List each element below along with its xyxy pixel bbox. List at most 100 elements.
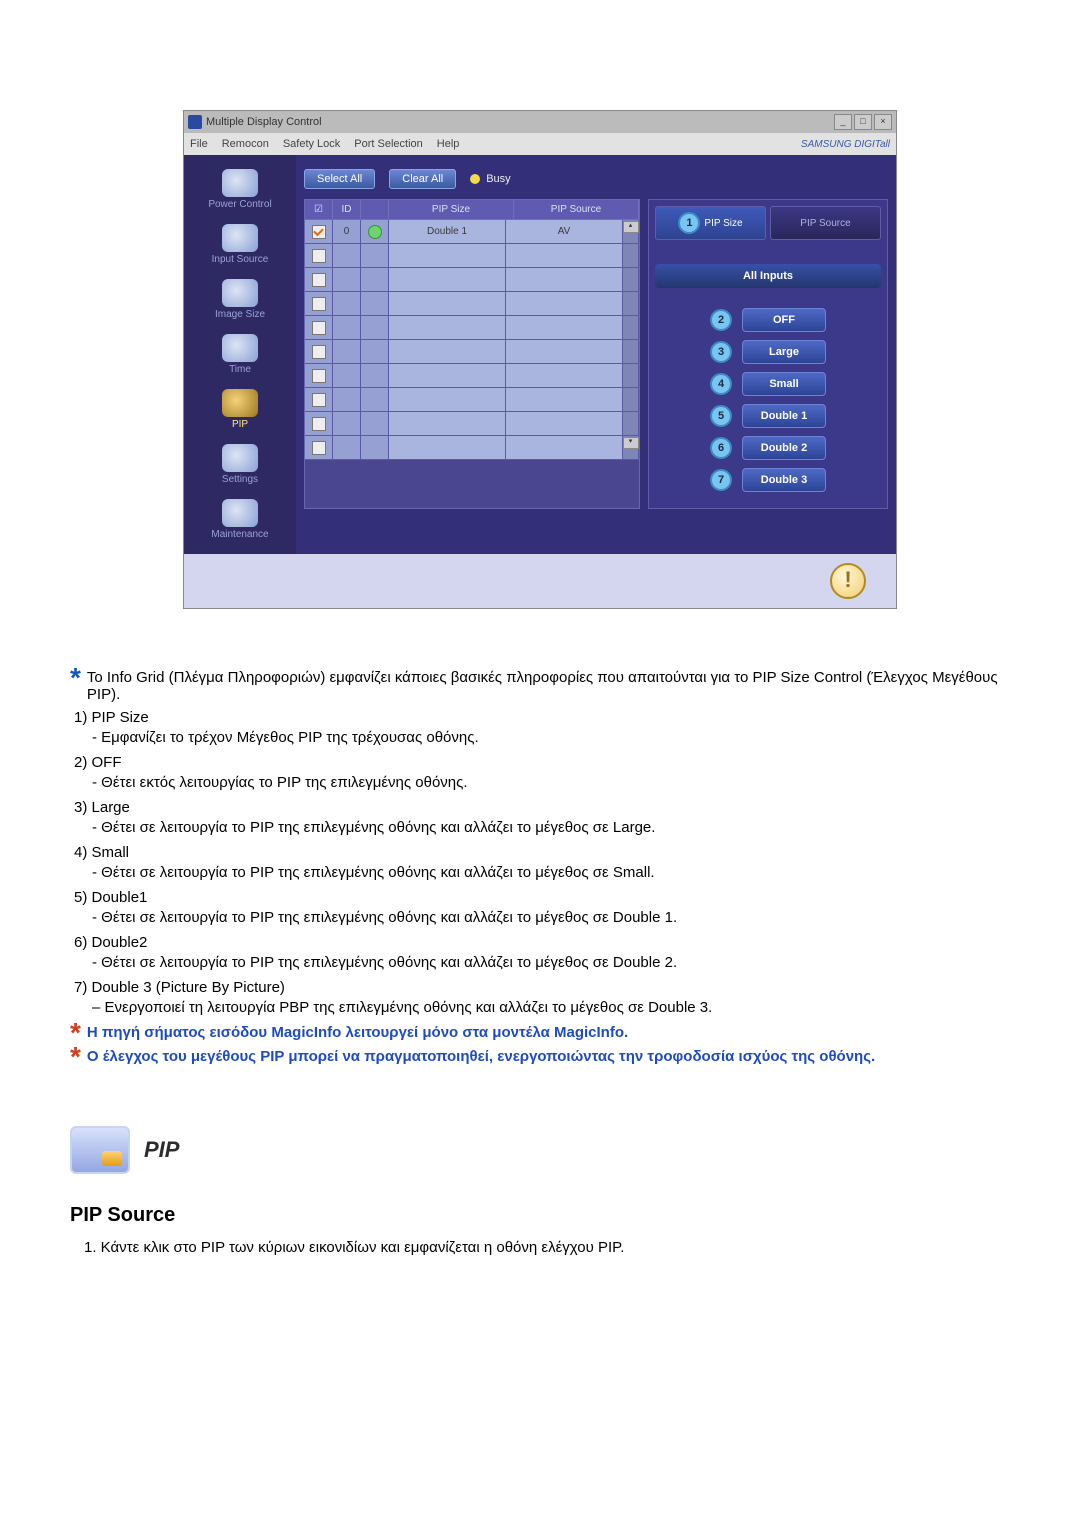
double1-button[interactable]: Double 1: [742, 404, 826, 428]
title-bar: Multiple Display Control _ □ ×: [184, 111, 896, 133]
sidebar-item-maintenance[interactable]: Maintenance: [186, 495, 294, 544]
table-row[interactable]: ▾: [305, 436, 639, 460]
menu-file[interactable]: File: [190, 138, 208, 150]
section-heading-pip: PIP: [70, 1126, 1010, 1174]
row-id: 0: [333, 220, 361, 244]
option-large[interactable]: 3 Large: [710, 340, 826, 364]
table-row[interactable]: [305, 388, 639, 412]
brand-label: SAMSUNG DIGITall: [801, 139, 890, 150]
warning-icon: !: [830, 563, 866, 599]
badge-5: 5: [710, 405, 732, 427]
footer-bar: !: [184, 554, 896, 608]
option-double3[interactable]: 7 Double 3: [710, 468, 826, 492]
col-check[interactable]: ☑: [305, 200, 333, 220]
double3-button[interactable]: Double 3: [742, 468, 826, 492]
item-3-desc: - Θέτει σε λειτουργία το PIP της επιλεγμ…: [70, 819, 1010, 836]
sidebar-item-settings[interactable]: Settings: [186, 440, 294, 489]
tab-label: PIP Source: [800, 218, 850, 229]
busy-dot-icon: [470, 174, 480, 184]
table-row[interactable]: [305, 316, 639, 340]
sidebar-item-time[interactable]: Time: [186, 330, 294, 379]
table-row[interactable]: [305, 292, 639, 316]
explanation-block: * Το Info Grid (Πλέγμα Πληροφοριών) εμφα…: [70, 669, 1010, 1066]
badge-1: 1: [678, 212, 700, 234]
item-5-desc: - Θέτει σε λειτουργία το PIP της επιλεγμ…: [70, 909, 1010, 926]
table-row[interactable]: [305, 412, 639, 436]
sidebar-item-label: PIP: [232, 419, 248, 430]
intro-text: Το Info Grid (Πλέγμα Πληροφοριών) εμφανί…: [87, 669, 1010, 703]
section-title: PIP: [144, 1137, 179, 1163]
table-row[interactable]: 0 Double 1 AV ▴: [305, 220, 639, 244]
table-row[interactable]: [305, 244, 639, 268]
app-window: Multiple Display Control _ □ × File Remo…: [183, 110, 897, 609]
table-row[interactable]: [305, 364, 639, 388]
sidebar-item-image-size[interactable]: Image Size: [186, 275, 294, 324]
sidebar-item-label: Power Control: [208, 199, 271, 210]
sidebar: Power Control Input Source Image Size Ti…: [184, 155, 296, 554]
scroll-up-icon[interactable]: ▴: [623, 221, 639, 233]
item-2-heading: 2) OFF: [70, 754, 1010, 771]
minimize-button[interactable]: _: [834, 114, 852, 130]
pip-size-panel: 1 PIP Size PIP Source All Inputs 2 OFF: [648, 199, 888, 509]
tab-pip-source[interactable]: PIP Source: [770, 206, 881, 240]
large-button[interactable]: Large: [742, 340, 826, 364]
note-power: Ο έλεγχος του μεγέθους PIP μπορεί να πρα…: [87, 1048, 1010, 1065]
star-icon: *: [70, 1024, 81, 1042]
menu-port-selection[interactable]: Port Selection: [354, 138, 422, 150]
item-6-desc: - Θέτει σε λειτουργία το PIP της επιλεγμ…: [70, 954, 1010, 971]
scrollbar[interactable]: ▴: [623, 220, 639, 244]
close-button[interactable]: ×: [874, 114, 892, 130]
option-double2[interactable]: 6 Double 2: [710, 436, 826, 460]
item-6-heading: 6) Double2: [70, 934, 1010, 951]
sidebar-item-label: Image Size: [215, 309, 265, 320]
all-inputs-header: All Inputs: [655, 264, 881, 288]
option-double1[interactable]: 5 Double 1: [710, 404, 826, 428]
table-row[interactable]: [305, 268, 639, 292]
small-button[interactable]: Small: [742, 372, 826, 396]
subheading-pip-source: PIP Source: [70, 1204, 1010, 1227]
row-checkbox[interactable]: [305, 220, 333, 244]
badge-6: 6: [710, 437, 732, 459]
double2-button[interactable]: Double 2: [742, 436, 826, 460]
select-all-button[interactable]: Select All: [304, 169, 375, 189]
menu-bar: File Remocon Safety Lock Port Selection …: [184, 133, 896, 155]
input-source-icon: [222, 224, 258, 252]
item-4-heading: 4) Small: [70, 844, 1010, 861]
sidebar-item-input-source[interactable]: Input Source: [186, 220, 294, 269]
row-pip-size: Double 1: [389, 220, 506, 244]
badge-2: 2: [710, 309, 732, 331]
menu-remocon[interactable]: Remocon: [222, 138, 269, 150]
sidebar-item-label: Maintenance: [211, 529, 268, 540]
clear-all-button[interactable]: Clear All: [389, 169, 456, 189]
scroll-down-icon[interactable]: ▾: [623, 437, 639, 449]
sidebar-item-power-control[interactable]: Power Control: [186, 165, 294, 214]
badge-3: 3: [710, 341, 732, 363]
settings-icon: [222, 444, 258, 472]
sidebar-item-pip[interactable]: PIP: [186, 385, 294, 434]
star-icon: *: [70, 669, 81, 687]
pip-icon: [222, 389, 258, 417]
badge-7: 7: [710, 469, 732, 491]
badge-4: 4: [710, 373, 732, 395]
option-small[interactable]: 4 Small: [710, 372, 826, 396]
col-id: ID: [333, 200, 361, 220]
menu-safety-lock[interactable]: Safety Lock: [283, 138, 340, 150]
note-magicinfo: Η πηγή σήματος εισόδου MagicInfo λειτουρ…: [87, 1024, 1010, 1041]
step-1: 1. Κάντε κλικ στο PIP των κύριων εικονιδ…: [70, 1239, 1010, 1256]
col-pip-source: PIP Source: [514, 200, 639, 220]
maximize-button[interactable]: □: [854, 114, 872, 130]
item-7-heading: 7) Double 3 (Picture By Picture): [70, 979, 1010, 996]
info-grid: ☑ ID PIP Size PIP Source 0 Double 1 AV: [304, 199, 640, 509]
row-status-icon: [361, 220, 389, 244]
busy-indicator: Busy: [470, 173, 510, 185]
pip-size-options: 2 OFF 3 Large 4 Small: [655, 308, 881, 502]
tab-pip-size[interactable]: 1 PIP Size: [655, 206, 766, 240]
row-pip-source: AV: [506, 220, 623, 244]
col-pip-size: PIP Size: [389, 200, 514, 220]
star-icon: *: [70, 1048, 81, 1066]
menu-help[interactable]: Help: [437, 138, 460, 150]
main-area: Select All Clear All Busy ☑ ID PIP Size: [296, 155, 896, 554]
option-off[interactable]: 2 OFF: [710, 308, 826, 332]
table-row[interactable]: [305, 340, 639, 364]
off-button[interactable]: OFF: [742, 308, 826, 332]
